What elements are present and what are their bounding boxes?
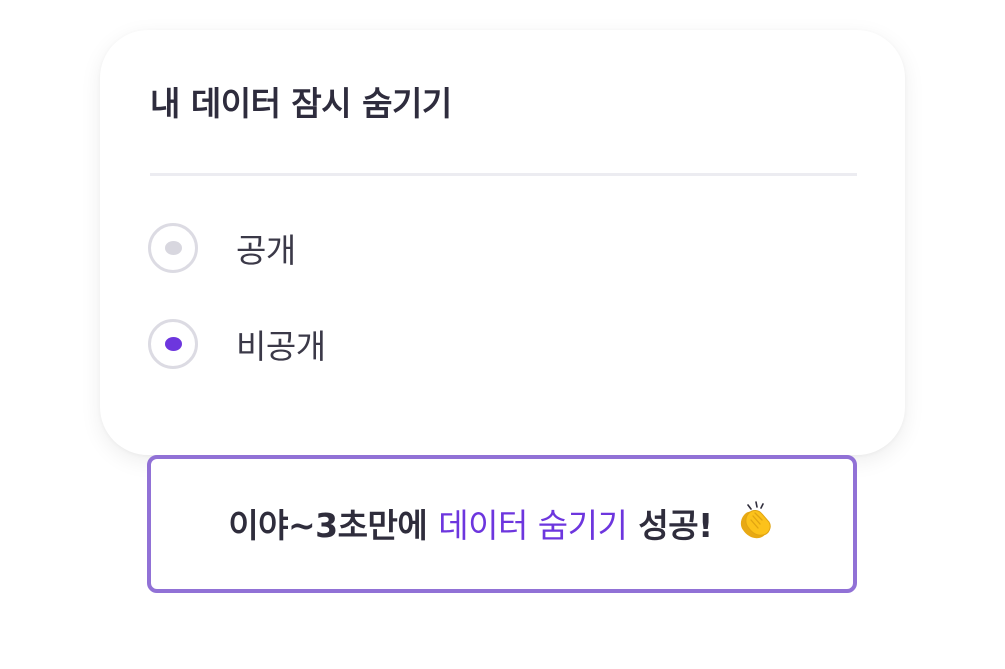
radio-public[interactable] <box>148 223 198 273</box>
radio-private-dot <box>164 337 182 351</box>
option-private[interactable]: 비공개 <box>148 316 326 372</box>
toast-highlight: 데이터 숨기기 <box>438 506 628 546</box>
card-title: 내 데이터 잠시 숨기기 <box>150 84 452 123</box>
toast-suffix: 성공! <box>638 506 713 546</box>
option-public[interactable]: 공개 <box>148 220 296 276</box>
success-toast: 이야~3초만에 데이터 숨기기 성공! <box>147 455 857 593</box>
clapping-hands-icon <box>734 499 776 549</box>
option-public-label: 공개 <box>236 231 296 270</box>
divider <box>150 173 857 176</box>
toast-prefix: 이야~3초만에 <box>228 506 428 546</box>
radio-private[interactable] <box>148 319 198 369</box>
stage: 내 데이터 잠시 숨기기 공개 비공개 이야~3초만에 데이터 숨기기 성공! <box>0 0 1005 669</box>
radio-public-dot <box>164 241 182 255</box>
toast-message: 이야~3초만에 데이터 숨기기 성공! <box>228 499 775 549</box>
privacy-settings-card: 내 데이터 잠시 숨기기 공개 비공개 <box>100 30 905 455</box>
option-private-label: 비공개 <box>236 327 326 366</box>
